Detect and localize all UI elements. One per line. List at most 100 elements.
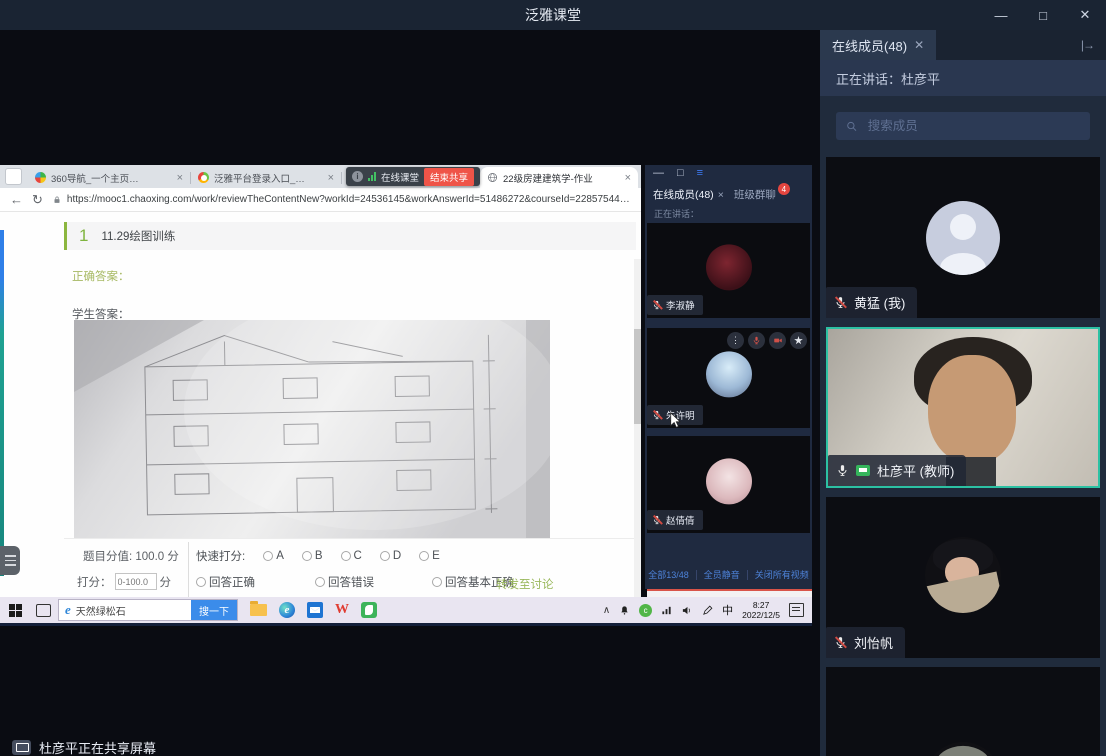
speaker-icon[interactable] xyxy=(681,605,693,616)
judge-options-row: 回答正确 回答错误 回答基本正确 xyxy=(196,574,514,590)
quick-option-a[interactable]: A xyxy=(263,550,284,562)
radio-icon[interactable] xyxy=(432,577,442,587)
tab-close-icon[interactable]: × xyxy=(625,172,631,184)
titlebar: 泛雅课堂 — □ ✕ xyxy=(0,0,1106,30)
360-safety-icon[interactable]: c xyxy=(639,604,652,617)
radio-icon[interactable] xyxy=(419,551,429,561)
grade-input[interactable] xyxy=(115,573,157,590)
wps-icon[interactable]: W xyxy=(335,602,349,618)
network-icon[interactable] xyxy=(661,605,672,616)
page-scrollbar[interactable] xyxy=(634,259,641,623)
inner-maximize-button[interactable]: □ xyxy=(677,167,684,179)
bell-icon[interactable] xyxy=(619,605,630,616)
quick-option-c[interactable]: C xyxy=(341,550,362,562)
hand-icon[interactable] xyxy=(790,332,807,349)
collapse-panel-icon[interactable]: |→ xyxy=(1081,30,1106,60)
radio-icon[interactable] xyxy=(380,551,390,561)
judge-option-correct[interactable]: 回答正确 xyxy=(196,574,255,590)
video-tile-self[interactable]: 黄猛 (我) xyxy=(826,157,1100,318)
radio-icon[interactable] xyxy=(315,577,325,587)
taskbar-clock[interactable]: 8:27 2022/12/5 xyxy=(742,600,780,620)
windows-taskbar: e 天然绿松石 搜一下 e W ∧ c 中 8:27 xyxy=(0,597,812,626)
video-tile[interactable]: 刘怡帆 xyxy=(826,497,1100,658)
hidden-icons-chevron[interactable]: ∧ xyxy=(603,605,610,616)
inner-tab-members[interactable]: 在线成员(48) × xyxy=(653,187,724,202)
correct-answer-label: 正确答案： xyxy=(72,268,130,284)
side-toolbar-handle[interactable] xyxy=(0,546,20,575)
file-explorer-icon[interactable] xyxy=(250,604,267,616)
browser-tab-360nav[interactable]: 360导航_一个主页，整个世界 × xyxy=(28,167,190,188)
mic-muted-icon[interactable] xyxy=(748,332,765,349)
inner-menu-icon[interactable]: ≡ xyxy=(697,167,703,179)
tab-online-members[interactable]: 在线成员(48) ✕ xyxy=(820,30,936,60)
shared-browser-window: 360导航_一个主页，整个世界 × 泛雅平台登录入口_360搜索 × × 22级… xyxy=(0,165,641,623)
participant-name-chip: 黄猛 (我) xyxy=(826,287,917,318)
browser-tab-360search[interactable]: 泛雅平台登录入口_360搜索 × xyxy=(191,167,341,188)
quick-option-d[interactable]: D xyxy=(380,550,401,562)
notes-app-icon[interactable] xyxy=(361,602,377,618)
start-button[interactable] xyxy=(0,597,30,623)
url-box[interactable]: https://mooc1.chaoxing.com/work/reviewTh… xyxy=(52,194,631,205)
mute-all-link[interactable]: 全员静音 xyxy=(704,568,740,581)
avatar-placeholder xyxy=(926,201,1000,275)
participant-name-chip: 刘怡帆 xyxy=(826,627,905,658)
mail-icon[interactable] xyxy=(307,602,323,618)
radio-icon[interactable] xyxy=(196,577,206,587)
end-share-button[interactable]: 结束共享 xyxy=(424,168,474,186)
participant-name-chip: 李淑静 xyxy=(647,295,703,315)
avatar-photo xyxy=(925,536,1001,612)
participant-name-chip: 杜彦平 (教师) xyxy=(828,455,966,486)
scrollbar-thumb[interactable] xyxy=(634,329,641,424)
tab-close-icon[interactable]: × xyxy=(718,189,724,201)
quick-option-e[interactable]: E xyxy=(419,550,440,562)
taskbar-search-button[interactable]: 搜一下 xyxy=(191,600,237,620)
info-icon[interactable]: i xyxy=(352,171,363,182)
tab-close-icon[interactable]: × xyxy=(177,172,183,184)
score-box: 题目分值: 100.0 分 打分： 分 xyxy=(68,542,189,598)
inner-video-tile[interactable]: ⋮ 朱许明 xyxy=(647,328,810,428)
inner-video-tile[interactable]: 赵倩倩 xyxy=(647,436,810,533)
chat-unread-badge: 4 xyxy=(778,183,790,195)
close-all-video-link[interactable]: 关闭所有视频 xyxy=(755,568,809,581)
student-answer-image xyxy=(74,320,550,539)
inner-tab-class-chat[interactable]: 班级群聊 4 xyxy=(734,187,790,202)
video-tile[interactable] xyxy=(826,667,1100,756)
quick-option-b[interactable]: B xyxy=(302,550,323,562)
tab-close-icon[interactable]: × xyxy=(328,172,334,184)
browser-logo-icon[interactable] xyxy=(5,168,22,185)
tab-favicon-360search xyxy=(198,172,209,183)
close-button[interactable]: ✕ xyxy=(1064,0,1106,30)
url-text: https://mooc1.chaoxing.com/work/reviewTh… xyxy=(67,194,631,205)
member-count-link[interactable]: 全部13/48 xyxy=(648,568,689,581)
reload-icon[interactable]: ↻ xyxy=(32,192,43,208)
taskbar-search-text: 天然绿松石 xyxy=(76,603,191,618)
forward-to-discussion-link[interactable]: 转发至讨论 xyxy=(496,576,554,592)
inner-minimize-button[interactable]: — xyxy=(653,167,664,179)
tab-close-icon[interactable]: ✕ xyxy=(914,38,924,52)
quick-grade-label: 快速打分: xyxy=(196,548,245,564)
pen-icon[interactable] xyxy=(702,605,713,616)
screen-share-control-bar: i 在线课堂 结束共享 xyxy=(346,167,480,186)
edge-browser-icon[interactable]: e xyxy=(279,602,295,618)
more-options-icon[interactable]: ⋮ xyxy=(727,332,744,349)
radio-icon[interactable] xyxy=(263,551,273,561)
inner-video-tile[interactable]: 李淑静 xyxy=(647,223,810,318)
task-view-button[interactable] xyxy=(30,597,56,623)
member-search-input[interactable] xyxy=(866,118,1080,134)
video-tile-teacher[interactable]: 杜彦平 (教师) xyxy=(826,327,1100,488)
maximize-button[interactable]: □ xyxy=(1022,0,1064,30)
browser-tab-homework[interactable]: 22级房建建筑学-作业 × xyxy=(480,167,638,188)
ime-indicator[interactable]: 中 xyxy=(722,602,733,618)
radio-icon[interactable] xyxy=(341,551,351,561)
mic-muted-icon xyxy=(834,296,847,309)
action-center-icon[interactable] xyxy=(789,603,804,617)
app-title: 泛雅课堂 xyxy=(525,5,581,25)
judge-option-wrong[interactable]: 回答错误 xyxy=(315,574,374,590)
radio-icon[interactable] xyxy=(302,551,312,561)
camera-off-icon[interactable] xyxy=(769,332,786,349)
taskbar-search-box[interactable]: e 天然绿松石 搜一下 xyxy=(58,599,238,621)
back-icon[interactable]: ← xyxy=(10,192,23,207)
screen-share-icon xyxy=(12,740,31,755)
member-search-box[interactable] xyxy=(836,112,1090,140)
minimize-button[interactable]: — xyxy=(980,0,1022,30)
